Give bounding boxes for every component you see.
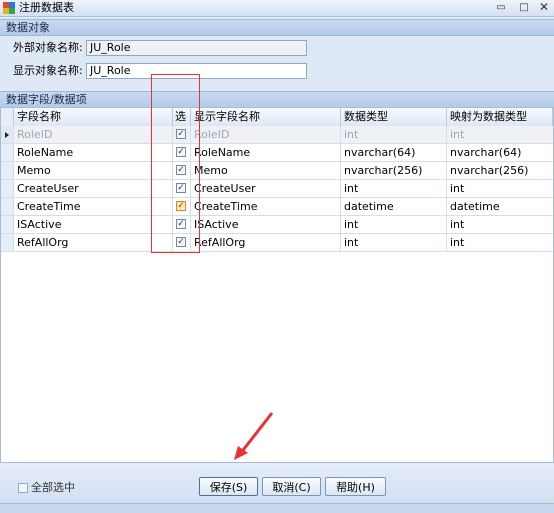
field-name-cell: CreateTime (14, 198, 173, 215)
mapped-type-cell[interactable]: int (447, 180, 553, 197)
data-type-cell: int (341, 180, 447, 197)
checkbox-icon[interactable]: ✓ (176, 165, 186, 175)
help-button[interactable]: 帮助(H) (325, 477, 386, 496)
column-header-field-name[interactable]: 字段名称 (14, 108, 173, 126)
column-header-mapped-type[interactable]: 映射为数据类型 (447, 108, 553, 126)
mapped-type-cell[interactable]: nvarchar(256) (447, 162, 553, 179)
checkbox-icon[interactable]: ✓ (176, 219, 186, 229)
mapped-type-cell[interactable]: datetime (447, 198, 553, 215)
display-name-cell[interactable]: CreateTime (191, 198, 341, 215)
row-pointer-icon (5, 132, 9, 138)
table-row[interactable]: RefAllOrg ✓ RefAllOrg int int (1, 234, 553, 252)
mapped-type-cell[interactable]: nvarchar(64) (447, 144, 553, 161)
display-name-cell[interactable]: RefAllOrg (191, 234, 341, 251)
row-selector[interactable] (1, 180, 14, 197)
display-name-cell[interactable]: RoleID (191, 126, 341, 143)
fields-grid[interactable]: 字段名称 选 显示字段名称 数据类型 映射为数据类型 RoleID ✓ Role… (0, 107, 554, 463)
display-name-cell[interactable]: ISActive (191, 216, 341, 233)
field-name-cell: RoleName (14, 144, 173, 161)
external-name-field[interactable]: JU_Role (86, 40, 307, 56)
select-cell[interactable]: ✓ (173, 216, 191, 233)
data-type-cell: int (341, 126, 447, 143)
field-name-cell: ISActive (14, 216, 173, 233)
external-name-label: 外部对象名称: (13, 41, 83, 54)
title-bar: 注册数据表 ▭ □ ✕ (0, 0, 554, 17)
cancel-button[interactable]: 取消(C) (262, 477, 321, 496)
field-name-cell: RoleID (14, 126, 173, 143)
select-cell[interactable]: ✓ (173, 144, 191, 161)
data-type-cell: datetime (341, 198, 447, 215)
checkbox-icon[interactable]: ✓ (176, 129, 186, 139)
mapped-type-cell[interactable]: int (447, 216, 553, 233)
bottom-bar: 全部选中 保存(S) 取消(C) 帮助(H) (0, 462, 554, 503)
select-cell[interactable]: ✓ (173, 234, 191, 251)
column-header-data-type[interactable]: 数据类型 (341, 108, 447, 126)
table-row[interactable]: ISActive ✓ ISActive int int (1, 216, 553, 234)
display-name-cell[interactable]: Memo (191, 162, 341, 179)
display-name-label: 显示对象名称: (13, 64, 83, 77)
data-type-cell: int (341, 216, 447, 233)
column-header-display-name[interactable]: 显示字段名称 (191, 108, 341, 126)
select-all-checkbox[interactable] (18, 483, 28, 493)
mapped-type-cell[interactable]: int (447, 126, 553, 143)
field-name-cell: CreateUser (14, 180, 173, 197)
field-name-cell: RefAllOrg (14, 234, 173, 251)
data-type-cell: nvarchar(64) (341, 144, 447, 161)
minimize-icon[interactable]: ▭ (492, 1, 510, 14)
checkbox-icon[interactable]: ✓ (176, 183, 186, 193)
select-cell[interactable]: ✓ (173, 162, 191, 179)
row-selector[interactable] (1, 216, 14, 233)
data-type-cell: int (341, 234, 447, 251)
table-row[interactable]: CreateTime ✓ CreateTime datetime datetim… (1, 198, 553, 216)
checkbox-icon[interactable]: ✓ (176, 237, 186, 247)
column-header-select[interactable]: 选 (173, 108, 191, 126)
checkbox-icon[interactable]: ✓ (176, 147, 186, 157)
table-row[interactable]: CreateUser ✓ CreateUser int int (1, 180, 553, 198)
table-row[interactable]: RoleID ✓ RoleID int int (1, 126, 553, 144)
checkbox-icon[interactable]: ✓ (176, 201, 186, 211)
display-name-cell[interactable]: CreateUser (191, 180, 341, 197)
mapped-type-cell[interactable]: int (447, 234, 553, 251)
select-cell[interactable]: ✓ (173, 180, 191, 197)
display-name-cell[interactable]: RoleName (191, 144, 341, 161)
display-name-field[interactable]: JU_Role (86, 63, 307, 79)
save-button[interactable]: 保存(S) (199, 477, 258, 496)
close-icon[interactable]: ✕ (535, 1, 553, 14)
row-selector[interactable] (1, 198, 14, 215)
select-cell[interactable]: ✓ (173, 126, 191, 143)
maximize-icon[interactable]: □ (515, 1, 533, 14)
row-selector[interactable] (1, 234, 14, 251)
table-row[interactable]: RoleName ✓ RoleName nvarchar(64) nvarcha… (1, 144, 553, 162)
data-type-cell: nvarchar(256) (341, 162, 447, 179)
section-header-data-object: 数据对象 (0, 19, 554, 36)
table-row[interactable]: Memo ✓ Memo nvarchar(256) nvarchar(256) (1, 162, 553, 180)
grid-header-row: 字段名称 选 显示字段名称 数据类型 映射为数据类型 (1, 108, 553, 127)
select-cell[interactable]: ✓ (173, 198, 191, 215)
row-selector[interactable] (1, 162, 14, 179)
row-selector[interactable] (1, 144, 14, 161)
section-header-data-fields: 数据字段/数据项 (0, 91, 554, 108)
select-all-label[interactable]: 全部选中 (31, 480, 75, 496)
window-title: 注册数据表 (19, 1, 74, 14)
field-name-cell: Memo (14, 162, 173, 179)
row-header-corner (1, 108, 14, 126)
app-icon (3, 2, 15, 14)
row-selector[interactable] (1, 126, 14, 143)
